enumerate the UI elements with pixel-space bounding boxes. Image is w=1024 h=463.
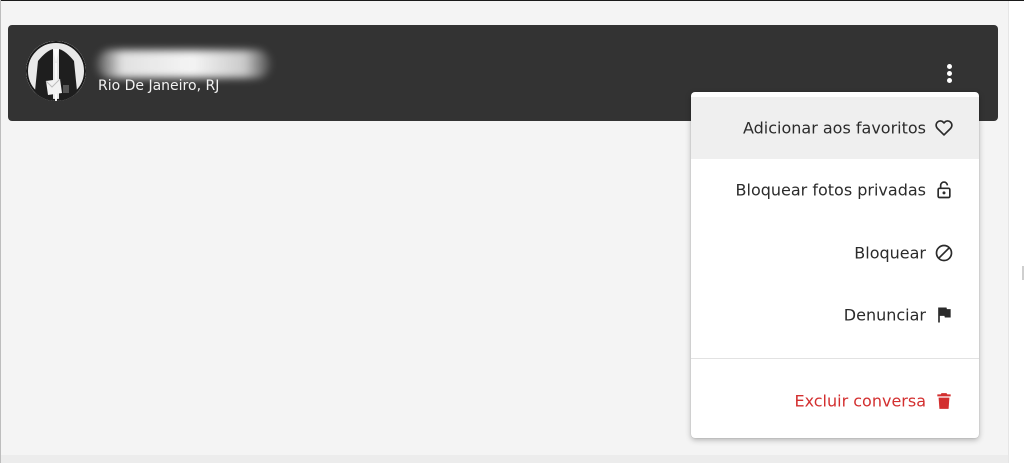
menu-item-block[interactable]: Bloquear [691,222,979,284]
menu-item-label: Denunciar [843,305,926,325]
menu-item-label: Excluir conversa [794,391,926,411]
block-icon [934,243,954,263]
chat-page-footer-shade [1,455,1008,463]
trash-icon [934,391,954,411]
menu-item-label: Adicionar aos favoritos [742,118,926,138]
heart-icon [934,118,954,138]
more-options-button[interactable] [937,58,963,88]
username-blurred [96,50,271,78]
menu-item-delete-conversation[interactable]: Excluir conversa [691,370,979,432]
lock-open-icon [934,180,954,200]
menu-divider [691,358,979,359]
more-vertical-icon-dot [947,78,952,83]
scrollbar-track[interactable] [1008,1,1024,463]
more-vertical-icon-dot [947,71,952,76]
avatar-icon [26,41,86,101]
user-location: Rio De Janeiro, RJ [98,78,220,94]
flag-icon [934,305,954,325]
options-menu: Adicionar aos favoritos Bloquear fotos p… [691,92,979,438]
avatar[interactable] [26,41,86,101]
menu-item-report[interactable]: Denunciar [691,284,979,346]
more-vertical-icon [947,64,952,69]
menu-item-label: Bloquear [854,243,926,263]
menu-item-block-private-photos[interactable]: Bloquear fotos privadas [691,159,979,221]
menu-item-label: Bloquear fotos privadas [735,180,926,200]
menu-item-add-favorite[interactable]: Adicionar aos favoritos [691,97,979,159]
